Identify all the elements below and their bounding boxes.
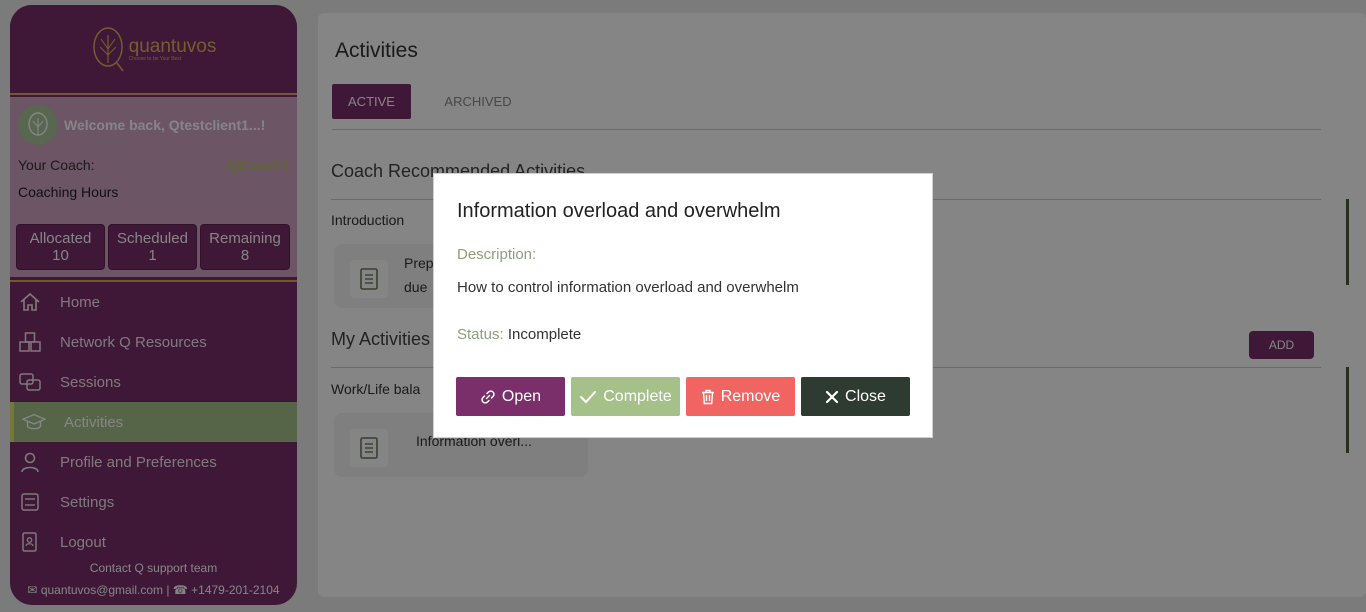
activity-modal: Information overload and overwhelm Descr… — [433, 173, 933, 438]
close-button[interactable]: Close — [801, 377, 910, 416]
remove-label: Remove — [720, 387, 781, 405]
modal-actions: Open Complete Remove Close — [456, 377, 910, 416]
open-button[interactable]: Open — [456, 377, 565, 416]
modal-title: Information overload and overwhelm — [457, 200, 781, 222]
complete-button[interactable]: Complete — [571, 377, 680, 416]
link-icon — [481, 389, 495, 404]
check-icon — [580, 390, 597, 403]
close-icon — [825, 390, 839, 403]
status-row: Status: Incomplete — [457, 326, 581, 343]
status-label: Status: — [457, 326, 504, 343]
remove-button[interactable]: Remove — [686, 377, 795, 416]
complete-label: Complete — [603, 387, 672, 405]
status-value: Incomplete — [507, 326, 582, 343]
description-label: Description: — [457, 246, 537, 263]
trash-icon — [701, 389, 714, 404]
description-text: How to control information overload and … — [457, 279, 799, 296]
open-label: Open — [501, 387, 542, 405]
close-label: Close — [845, 387, 886, 405]
